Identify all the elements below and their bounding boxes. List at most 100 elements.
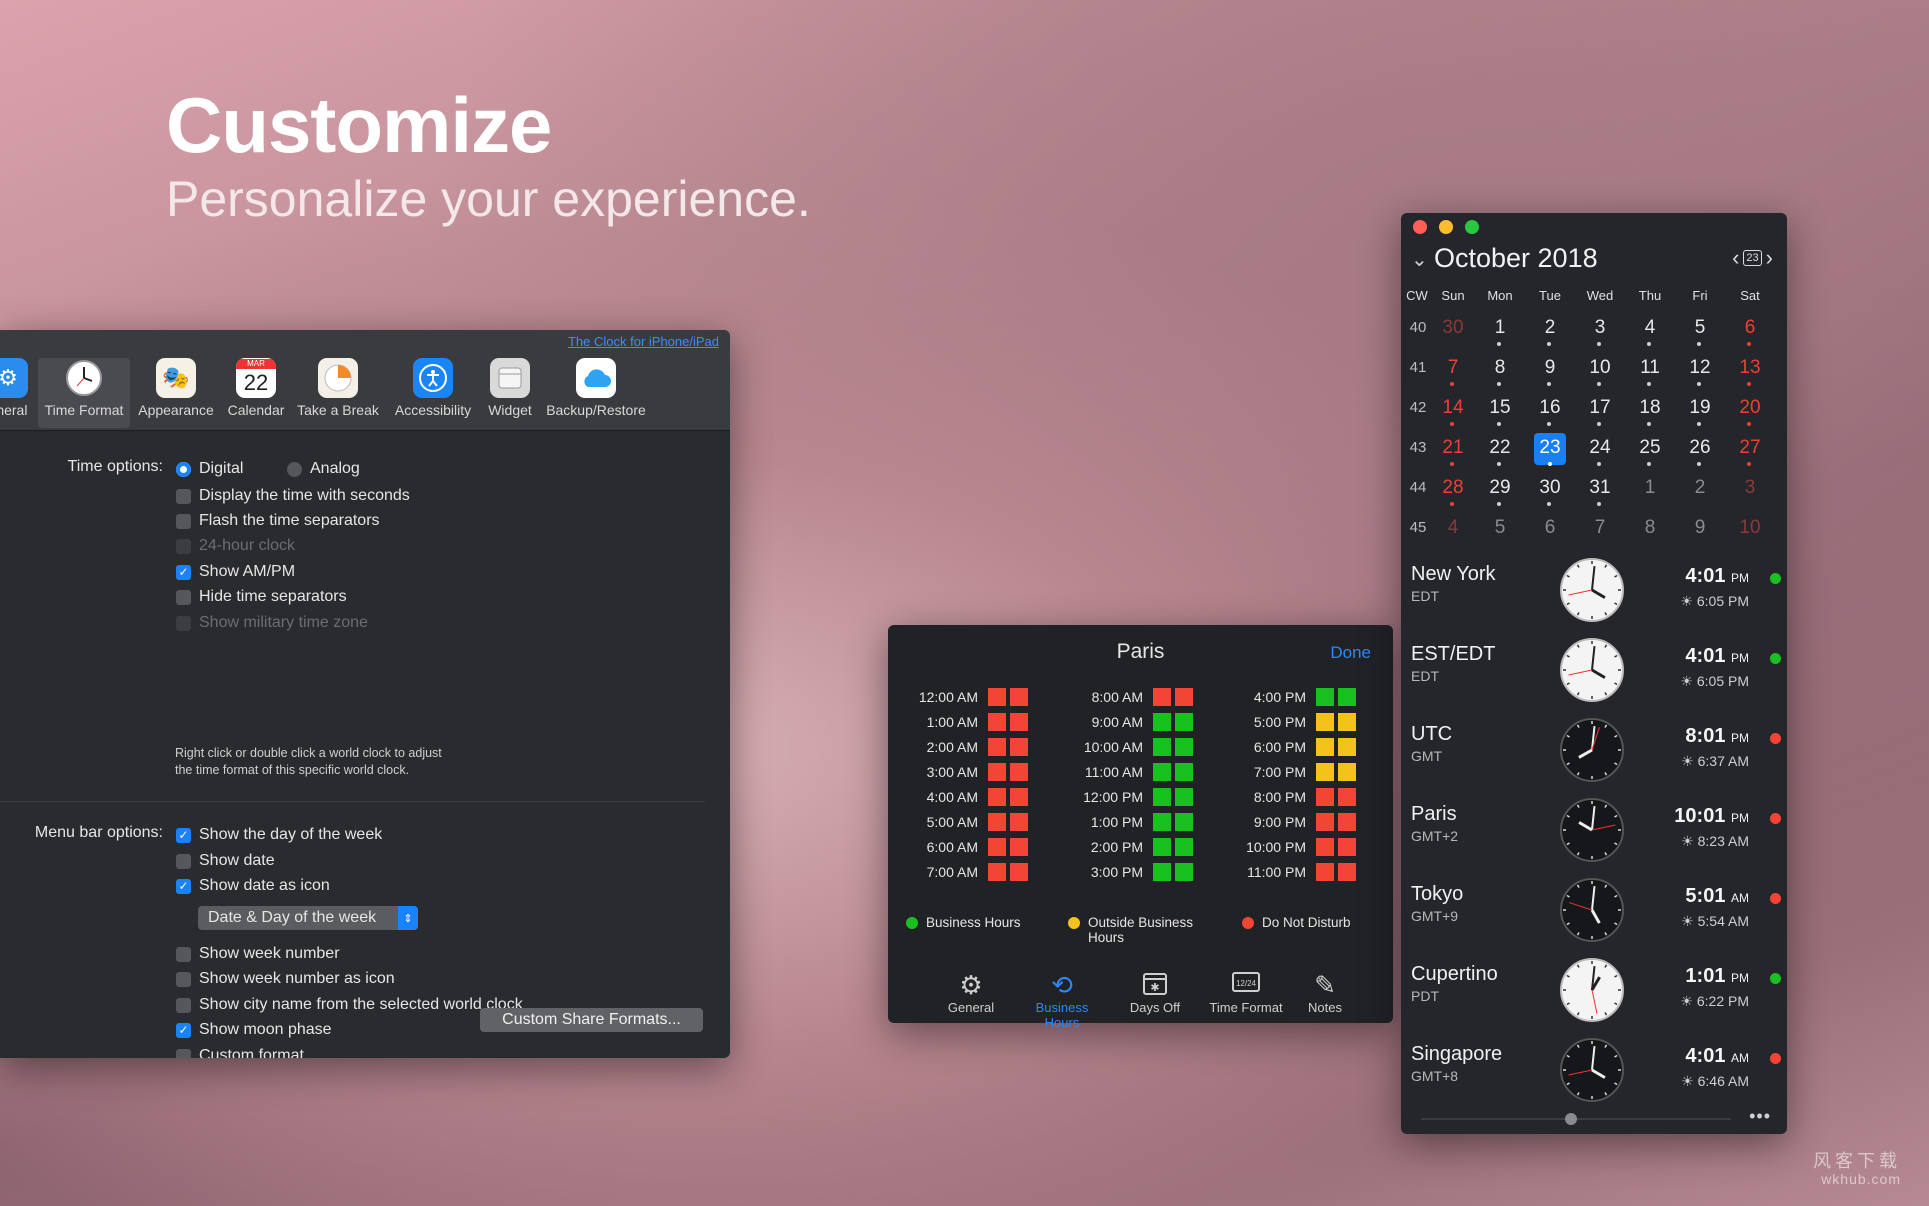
hour-status-swatch[interactable]	[988, 688, 1006, 706]
calendar-day[interactable]: 10	[1730, 513, 1770, 545]
calendar-day-today[interactable]: 23	[1534, 433, 1566, 466]
hour-status-swatch[interactable]	[1175, 813, 1193, 831]
calendar-day[interactable]: 30	[1433, 313, 1473, 345]
toolbar-time-format[interactable]: Time Format	[38, 358, 130, 428]
calendar-day[interactable]: 18	[1630, 393, 1670, 426]
hour-status-swatch[interactable]	[1316, 838, 1334, 856]
calendar-day[interactable]: 25	[1630, 433, 1670, 466]
month-title[interactable]: October 2018	[1434, 243, 1598, 274]
calendar-day[interactable]: 8	[1480, 353, 1520, 386]
calendar-day[interactable]: 15	[1480, 393, 1520, 426]
toolbar-general[interactable]: ⚙ eneral	[0, 358, 32, 428]
tab-days-off[interactable]: ✱ Days Off	[1110, 970, 1200, 1015]
hour-status-swatch[interactable]	[1175, 863, 1193, 881]
hour-status-swatch[interactable]	[1338, 763, 1356, 781]
world-clock-row[interactable]: Tokyo GMT+9 5:01 AM ☀ 5:54 AM	[1401, 873, 1787, 953]
world-clock-row[interactable]: Singapore GMT+8 4:01 AM ☀ 6:46 AM	[1401, 1033, 1787, 1113]
calendar-day[interactable]: 9	[1680, 513, 1720, 545]
calendar-day[interactable]: 3	[1580, 313, 1620, 346]
hour-status-swatch[interactable]	[1175, 738, 1193, 756]
hour-row[interactable]: 12:00 AM	[890, 687, 1032, 707]
calendar-day[interactable]: 11	[1630, 353, 1670, 386]
hour-status-swatch[interactable]	[1175, 788, 1193, 806]
calendar-day[interactable]: 14	[1433, 393, 1473, 426]
hour-row[interactable]: 7:00 AM	[890, 862, 1032, 882]
hour-status-swatch[interactable]	[1175, 688, 1193, 706]
checkbox-custom-format[interactable]: Custom format	[176, 1045, 304, 1058]
hour-status-swatch[interactable]	[1316, 713, 1334, 731]
hour-status-swatch[interactable]	[1338, 738, 1356, 756]
calendar-day[interactable]: 5	[1480, 513, 1520, 545]
checkbox-date-as-icon[interactable]: ✓ Show date as icon	[176, 875, 330, 897]
calendar-day[interactable]: 12	[1680, 353, 1720, 386]
checkbox-box[interactable]: ✓	[176, 878, 191, 894]
checkbox-flash-separators[interactable]: Flash the time separators	[176, 510, 380, 532]
checkbox-box[interactable]	[176, 971, 191, 987]
hour-status-swatch[interactable]	[1338, 813, 1356, 831]
iphone-ipad-link[interactable]: The Clock for iPhone/iPad	[568, 334, 719, 349]
calendar-day[interactable]: 28	[1433, 473, 1473, 506]
tab-general[interactable]: ⚙ General	[926, 970, 1016, 1015]
calendar-day[interactable]: 7	[1433, 353, 1473, 386]
hour-status-swatch[interactable]	[988, 763, 1006, 781]
hour-row[interactable]: 4:00 PM	[1218, 687, 1360, 707]
checkbox-box[interactable]: ✓	[176, 564, 191, 580]
radio-analog-button[interactable]	[287, 461, 302, 477]
calendar-day[interactable]: 8	[1630, 513, 1670, 545]
hour-status-swatch[interactable]	[1316, 788, 1334, 806]
calendar-day[interactable]: 2	[1680, 473, 1720, 505]
hour-status-swatch[interactable]	[1316, 688, 1334, 706]
custom-share-formats-button[interactable]: Custom Share Formats...	[480, 1008, 703, 1032]
hour-status-swatch[interactable]	[1338, 713, 1356, 731]
calendar-day[interactable]: 19	[1680, 393, 1720, 426]
hour-row[interactable]: 9:00 PM	[1218, 812, 1360, 832]
calendar-day[interactable]: 4	[1630, 313, 1670, 346]
hour-status-swatch[interactable]	[1338, 788, 1356, 806]
calendar-day[interactable]: 10	[1580, 353, 1620, 386]
close-button[interactable]	[1413, 220, 1427, 234]
hour-row[interactable]: 2:00 AM	[890, 737, 1032, 757]
checkbox-box[interactable]	[176, 853, 191, 869]
hour-row[interactable]: 4:00 AM	[890, 787, 1032, 807]
hour-row[interactable]: 5:00 PM	[1218, 712, 1360, 732]
checkbox-hide-separators[interactable]: Hide time separators	[176, 586, 347, 608]
calendar-day[interactable]: 13	[1730, 353, 1770, 386]
hour-status-swatch[interactable]	[988, 838, 1006, 856]
hour-row[interactable]: 12:00 PM	[1055, 787, 1197, 807]
checkbox-box[interactable]	[176, 946, 191, 962]
world-clock-row[interactable]: New York EDT 4:01 PM ☀ 6:05 PM	[1401, 553, 1787, 633]
calendar-day[interactable]: 17	[1580, 393, 1620, 426]
hour-row[interactable]: 2:00 PM	[1055, 837, 1197, 857]
hour-status-swatch[interactable]	[1010, 738, 1028, 756]
hour-status-swatch[interactable]	[1316, 763, 1334, 781]
calendar-day[interactable]: 22	[1480, 433, 1520, 466]
hour-status-swatch[interactable]	[1316, 813, 1334, 831]
hour-status-swatch[interactable]	[1153, 788, 1171, 806]
calendar-day[interactable]: 2	[1530, 313, 1570, 346]
checkbox-box[interactable]: ✓	[176, 1022, 191, 1038]
hour-row[interactable]: 1:00 AM	[890, 712, 1032, 732]
hour-status-swatch[interactable]	[1153, 838, 1171, 856]
scroll-knob[interactable]	[1565, 1113, 1577, 1125]
hour-status-swatch[interactable]	[1175, 838, 1193, 856]
checkbox-city-name[interactable]: Show city name from the selected world c…	[176, 994, 523, 1016]
hour-row[interactable]: 1:00 PM	[1055, 812, 1197, 832]
toolbar-accessibility[interactable]: Accessibility	[388, 358, 478, 428]
radio-analog[interactable]: Analog	[287, 458, 360, 480]
checkbox-week-number-icon[interactable]: Show week number as icon	[176, 968, 395, 990]
checkbox-show-date[interactable]: Show date	[176, 850, 275, 872]
zoom-button[interactable]	[1465, 220, 1479, 234]
hour-row[interactable]: 8:00 PM	[1218, 787, 1360, 807]
calendar-day[interactable]: 26	[1680, 433, 1720, 466]
hour-row[interactable]: 11:00 PM	[1218, 862, 1360, 882]
hour-status-swatch[interactable]	[988, 738, 1006, 756]
today-button[interactable]: 23	[1743, 250, 1762, 266]
checkbox-day-of-week[interactable]: ✓ Show the day of the week	[176, 824, 382, 846]
calendar-day[interactable]: 7	[1580, 513, 1620, 545]
radio-digital-button[interactable]	[176, 461, 191, 477]
checkbox-box[interactable]	[176, 1048, 191, 1058]
hour-row[interactable]: 10:00 AM	[1055, 737, 1197, 757]
calendar-day[interactable]: 4	[1433, 513, 1473, 545]
hour-row[interactable]: 6:00 PM	[1218, 737, 1360, 757]
toolbar-widget[interactable]: Widget	[484, 358, 536, 428]
